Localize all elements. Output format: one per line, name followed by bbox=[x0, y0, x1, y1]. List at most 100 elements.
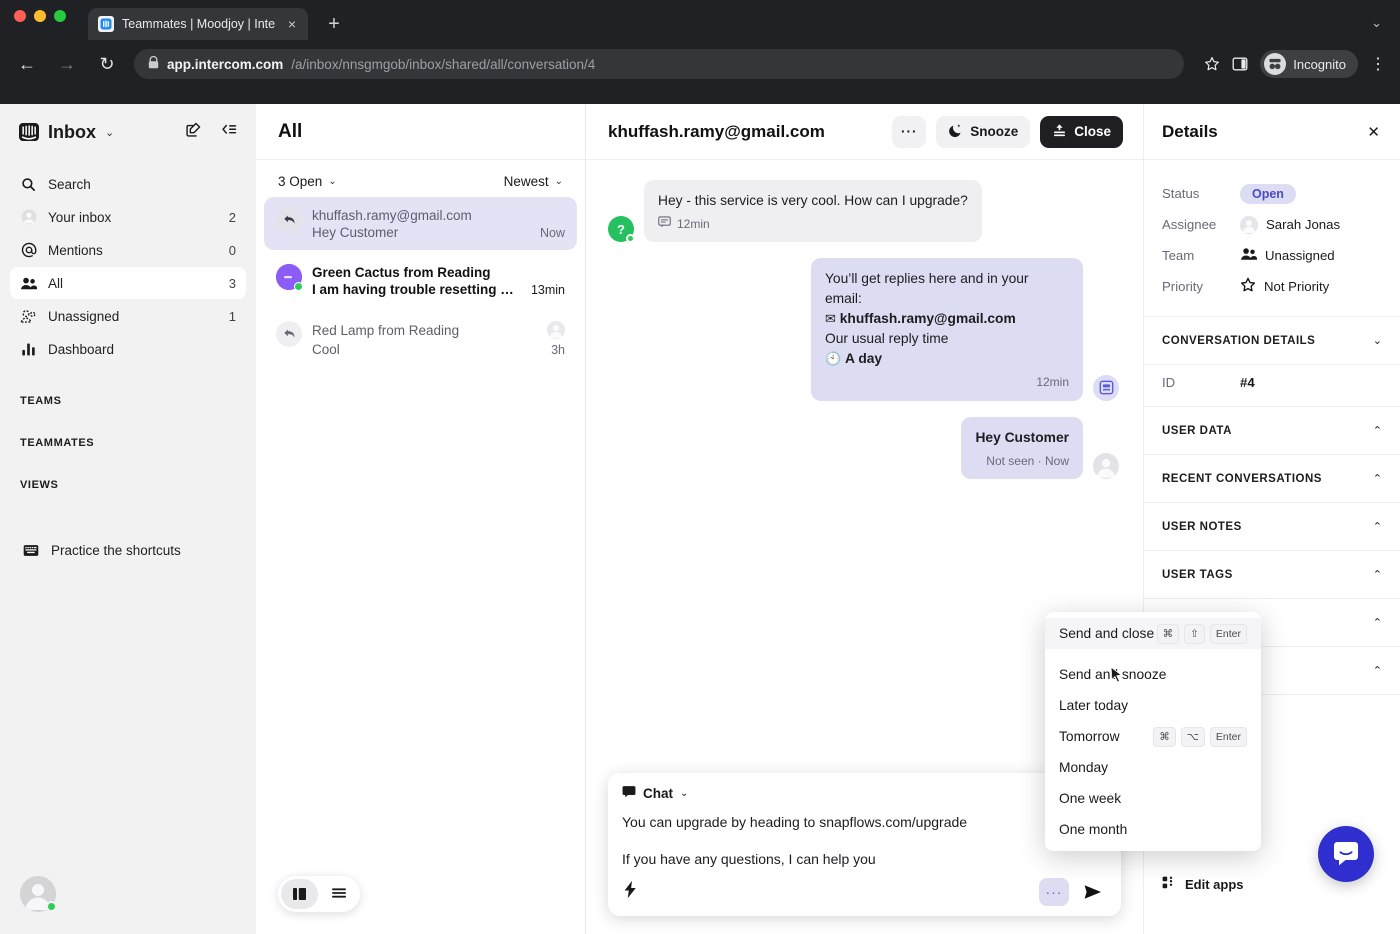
sidebar-item-count: 3 bbox=[229, 276, 236, 291]
conversation-row-time: 3h bbox=[551, 343, 565, 357]
conversation-rows: khuffash.ramy@gmail.com Hey Customer Now… bbox=[256, 197, 585, 367]
composer-input[interactable]: You can upgrade by heading to snapflows.… bbox=[622, 801, 1107, 872]
snooze-dropdown-menu[interactable]: Send and close ⌘ ⇧ Enter Send and snooze… bbox=[1045, 612, 1261, 851]
intercom-messenger-launcher[interactable] bbox=[1318, 826, 1374, 882]
close-tab-button[interactable]: × bbox=[284, 16, 300, 32]
conversation-row-preview: Cool bbox=[312, 342, 543, 357]
close-conversation-button[interactable]: Close bbox=[1040, 116, 1123, 148]
message-outgoing-agent: Hey Customer Not seen · Now bbox=[608, 417, 1119, 479]
list-view-icon[interactable] bbox=[320, 879, 357, 909]
sidebar-item-all[interactable]: All 3 bbox=[10, 267, 246, 299]
send-icon[interactable] bbox=[1079, 878, 1107, 906]
chevron-up-icon: ⌃ bbox=[1373, 568, 1382, 581]
archive-icon bbox=[1052, 123, 1067, 141]
details-row-status[interactable]: Status Open bbox=[1162, 178, 1382, 209]
menu-item-send-and-snooze[interactable]: Send and snooze bbox=[1045, 659, 1261, 690]
new-tab-button[interactable]: + bbox=[320, 8, 348, 40]
compose-icon[interactable] bbox=[185, 121, 202, 143]
menu-item-monday[interactable]: Monday bbox=[1045, 752, 1261, 783]
star-icon[interactable] bbox=[1204, 56, 1220, 72]
message-status: Not seen · Now bbox=[986, 453, 1069, 470]
menu-item-send-and-close[interactable]: Send and close ⌘ ⇧ Enter bbox=[1045, 618, 1261, 649]
conversation-list-panel: All 3 Open ⌄ Newest ⌄ khuffash.ramy bbox=[256, 104, 586, 934]
conversation-row-green-cactus[interactable]: Green Cactus from Reading I am having tr… bbox=[264, 254, 577, 307]
composer-channel-label: Chat bbox=[643, 786, 673, 801]
sidebar-item-mentions[interactable]: Mentions 0 bbox=[10, 234, 246, 266]
intercom-messenger-icon bbox=[1331, 840, 1361, 868]
split-view-icon[interactable] bbox=[281, 879, 318, 909]
envelope-icon: ✉ bbox=[825, 311, 836, 326]
section-recent-conversations[interactable]: RECENT CONVERSATIONS ⌃ bbox=[1144, 455, 1400, 503]
window-traffic-lights[interactable] bbox=[14, 0, 66, 40]
details-title: Details bbox=[1162, 122, 1367, 142]
status-filter-dropdown[interactable]: 3 Open ⌄ bbox=[278, 174, 337, 189]
message-bubble: Hey Customer Not seen · Now bbox=[961, 417, 1083, 479]
sidebar-item-search[interactable]: Search bbox=[10, 168, 246, 200]
section-user-tags[interactable]: USER TAGS ⌃ bbox=[1144, 551, 1400, 599]
user-avatar-button[interactable] bbox=[20, 876, 56, 912]
reply-arrow-icon bbox=[276, 321, 302, 347]
reload-button[interactable]: ↻ bbox=[94, 55, 120, 73]
menu-item-later-today[interactable]: Later today bbox=[1045, 690, 1261, 721]
star-icon bbox=[1240, 277, 1256, 296]
menu-item-label: Later today bbox=[1059, 698, 1247, 713]
message-time: 12min bbox=[677, 216, 710, 233]
green-question-avatar: ? bbox=[608, 216, 634, 242]
people-icon bbox=[1240, 247, 1257, 264]
close-icon[interactable]: ✕ bbox=[1367, 123, 1380, 141]
browser-tab[interactable]: Teammates | Moodjoy | Interco × bbox=[88, 8, 308, 40]
more-actions-button[interactable]: ··· bbox=[892, 116, 926, 148]
sidebar-item-dashboard[interactable]: Dashboard bbox=[10, 333, 246, 365]
shortcut-keys: ⌘ ⇧ Enter bbox=[1157, 624, 1247, 644]
minimize-window-button[interactable] bbox=[34, 10, 46, 22]
maximize-window-button[interactable] bbox=[54, 10, 66, 22]
sidebar-item-unassigned[interactable]: Unassigned 1 bbox=[10, 300, 246, 332]
presence-indicator bbox=[294, 282, 303, 291]
menu-item-tomorrow[interactable]: Tomorrow ⌘ ⌥ Enter bbox=[1045, 721, 1261, 752]
details-row-assignee[interactable]: Assignee Sarah Jonas bbox=[1162, 209, 1382, 240]
incognito-profile-button[interactable]: Incognito bbox=[1260, 50, 1358, 78]
composer-channel-selector[interactable]: Chat ⌄ bbox=[622, 785, 1107, 801]
key-option: ⌥ bbox=[1181, 727, 1205, 747]
close-window-button[interactable] bbox=[14, 10, 26, 22]
details-key: ID bbox=[1162, 375, 1240, 390]
avatar-icon bbox=[20, 209, 37, 226]
sidebar-item-your-inbox[interactable]: Your inbox 2 bbox=[10, 201, 246, 233]
address-bar[interactable]: app.intercom.com/a/inbox/nnsgmgob/inbox/… bbox=[134, 49, 1184, 79]
chevron-down-icon[interactable]: ⌄ bbox=[1371, 15, 1382, 31]
section-user-notes[interactable]: USER NOTES ⌃ bbox=[1144, 503, 1400, 551]
menu-item-one-week[interactable]: One week bbox=[1045, 783, 1261, 814]
chevron-down-icon[interactable]: ⌄ bbox=[105, 126, 114, 139]
key-shift: ⇧ bbox=[1184, 624, 1205, 644]
view-toggle-group[interactable] bbox=[278, 876, 360, 912]
forward-button[interactable]: → bbox=[54, 55, 80, 73]
details-row-team[interactable]: Team Unassigned bbox=[1162, 240, 1382, 271]
sidebar-section-teammates: TEAMMATES bbox=[0, 437, 256, 449]
url-path: /a/inbox/nnsgmgob/inbox/shared/all/conve… bbox=[291, 57, 595, 72]
side-panel-icon[interactable] bbox=[1232, 56, 1248, 72]
sidebar-item-count: 0 bbox=[229, 243, 236, 258]
section-user-data[interactable]: USER DATA ⌃ bbox=[1144, 407, 1400, 455]
status-badge: Open bbox=[1240, 184, 1296, 204]
left-sidebar: Inbox ⌄ Search bbox=[0, 104, 256, 934]
sort-filter-dropdown[interactable]: Newest ⌄ bbox=[504, 174, 563, 189]
edit-apps-button[interactable]: Edit apps bbox=[1162, 876, 1244, 892]
agent-avatar bbox=[1093, 453, 1119, 479]
back-button[interactable]: ← bbox=[14, 55, 40, 73]
message-bubble: Hey - this service is very cool. How can… bbox=[644, 180, 982, 242]
details-row-priority[interactable]: Priority Not Priority bbox=[1162, 271, 1382, 302]
lightning-icon[interactable] bbox=[622, 880, 639, 904]
tab-strip: Teammates | Moodjoy | Interco × + ⌄ bbox=[0, 0, 1400, 40]
browser-menu-icon[interactable]: ⋮ bbox=[1370, 54, 1384, 74]
snooze-button[interactable]: Snooze bbox=[936, 116, 1030, 148]
message-thread: ? Hey - this service is very cool. How c… bbox=[586, 160, 1143, 479]
message-line-3: Our usual reply time bbox=[825, 331, 948, 346]
practice-shortcuts-item[interactable]: Practice the shortcuts bbox=[0, 542, 256, 559]
composer-more-options-button[interactable]: ··· bbox=[1039, 878, 1069, 906]
conversation-row-red-lamp[interactable]: Red Lamp from Reading Cool 3h bbox=[264, 311, 577, 367]
conversation-row-khuffash[interactable]: khuffash.ramy@gmail.com Hey Customer Now bbox=[264, 197, 577, 250]
section-conversation-details[interactable]: CONVERSATION DETAILS ⌄ bbox=[1144, 317, 1400, 365]
section-label: USER TAGS bbox=[1162, 569, 1373, 581]
collapse-sidebar-icon[interactable] bbox=[220, 122, 238, 143]
menu-item-one-month[interactable]: One month bbox=[1045, 814, 1261, 845]
